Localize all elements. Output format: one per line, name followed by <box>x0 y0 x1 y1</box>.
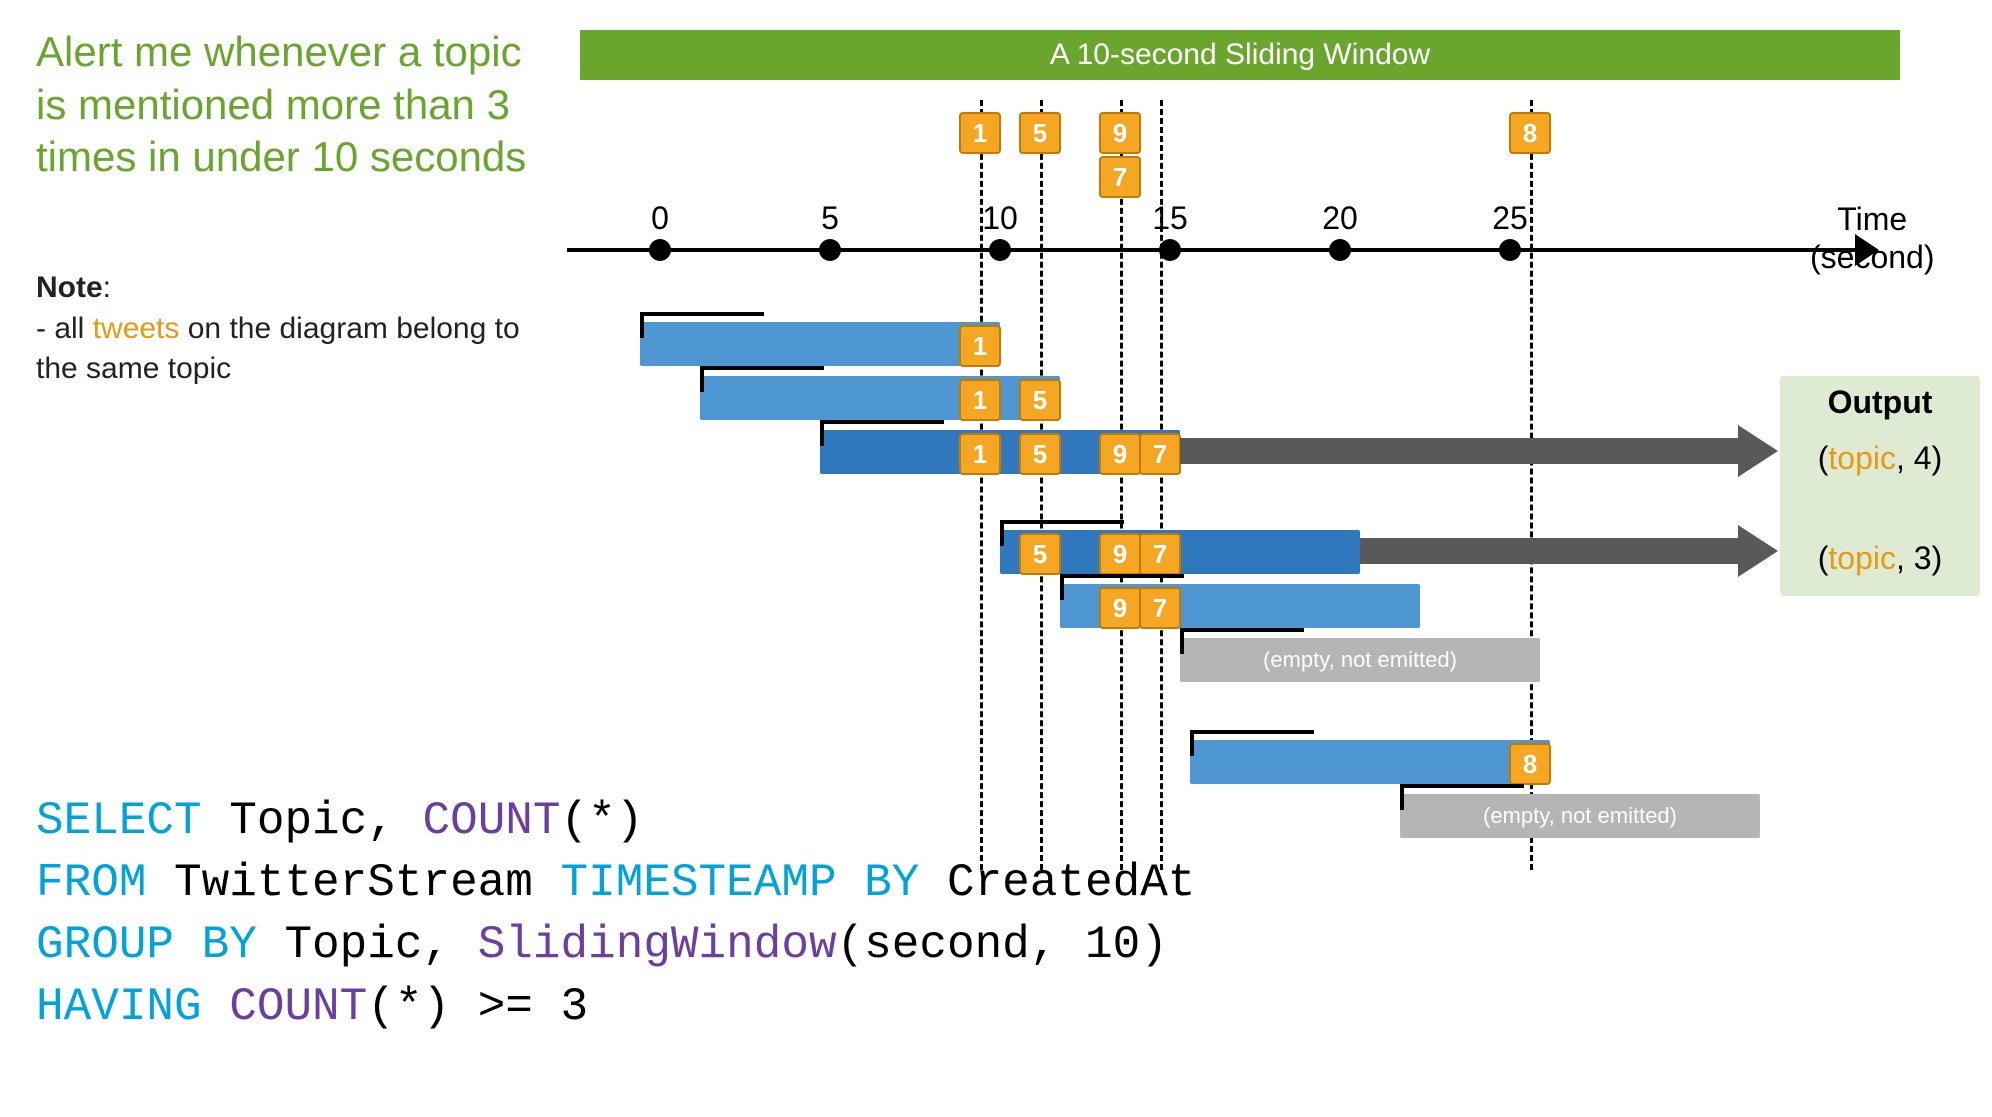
tick-dot-0 <box>649 239 671 261</box>
bar1-evt-1: 1 <box>959 325 1001 367</box>
window-title-text: A 10-second Sliding Window <box>1050 38 1430 72</box>
output-row2-count: 3 <box>1914 540 1932 576</box>
sql-code: SELECT Topic, COUNT(*) FROM TwitterStrea… <box>36 790 1736 1038</box>
output-arrow-2-shaft <box>1360 538 1738 564</box>
bar7-evt-8: 8 <box>1509 743 1551 785</box>
sql-tail: (*) >= 3 <box>367 981 588 1033</box>
event-vline-9 <box>1120 100 1123 870</box>
bar5-evt-7: 7 <box>1139 587 1181 629</box>
bracket-6 <box>1180 628 1304 654</box>
axis-label-second: (second) <box>1810 239 1935 275</box>
sql-topic2: Topic, <box>257 919 478 971</box>
sql-tsby: TIMESTEAMP BY <box>561 857 920 909</box>
bracket-1 <box>640 312 764 338</box>
tick-label-5: 5 <box>821 200 839 237</box>
note-prefix: - all <box>36 312 93 345</box>
sql-created: CreatedAt <box>919 857 1195 909</box>
bracket-7 <box>1190 730 1314 756</box>
tick-label-25: 25 <box>1492 200 1528 237</box>
output-row-2: (topic, 3) <box>1780 540 1980 577</box>
sql-star: (*) <box>561 795 644 847</box>
tick-dot-10 <box>989 239 1011 261</box>
bar4-evt-7: 7 <box>1139 533 1181 575</box>
event-vline-1 <box>980 100 983 870</box>
bar2-evt-5: 5 <box>1019 379 1061 421</box>
event-vline-5 <box>1040 100 1043 870</box>
sql-sw: SlidingWindow <box>478 919 837 971</box>
sql-count: COUNT <box>422 795 560 847</box>
tick-label-20: 20 <box>1322 200 1358 237</box>
sql-swargs: (second, 10) <box>837 919 1168 971</box>
sql-groupby: GROUP BY <box>36 919 257 971</box>
diagram-root: Alert me whenever a topic is mentioned m… <box>0 0 1992 1117</box>
sql-from: FROM <box>36 857 146 909</box>
event-box-5: 5 <box>1019 112 1061 154</box>
tick-dot-5 <box>819 239 841 261</box>
sql-stream: TwitterStream <box>146 857 560 909</box>
bar4-evt-9: 9 <box>1099 533 1141 575</box>
sql-topic: Topic, <box>202 795 423 847</box>
bar4-evt-5: 5 <box>1019 533 1061 575</box>
output-arrow-2-head <box>1738 525 1778 577</box>
output-arrow-1-head <box>1738 425 1778 477</box>
event-box-9: 9 <box>1099 112 1141 154</box>
note-colon: : <box>103 271 111 304</box>
bar3-evt-7: 7 <box>1139 433 1181 475</box>
event-box-1: 1 <box>959 112 1001 154</box>
sql-count2: COUNT <box>202 981 368 1033</box>
tick-dot-25 <box>1499 239 1521 261</box>
tick-dot-20 <box>1329 239 1351 261</box>
output-row-1: (topic, 4) <box>1780 440 1980 477</box>
output-arrow-1-shaft <box>1180 438 1738 464</box>
bar5-evt-9: 9 <box>1099 587 1141 629</box>
time-axis <box>567 248 1859 252</box>
sql-select: SELECT <box>36 795 202 847</box>
axis-label: Time (second) <box>1810 200 1935 277</box>
sql-having: HAVING <box>36 981 202 1033</box>
bar3-evt-9: 9 <box>1099 433 1141 475</box>
window-title-bar: A 10-second Sliding Window <box>580 30 1900 80</box>
note-bold: Note <box>36 271 103 304</box>
axis-label-time: Time <box>1837 201 1907 237</box>
bracket-3 <box>820 420 944 446</box>
bar3-evt-5: 5 <box>1019 433 1061 475</box>
output-title: Output <box>1780 384 1980 421</box>
tick-label-15: 15 <box>1152 200 1188 237</box>
event-vline-7 <box>1160 100 1163 870</box>
output-panel: Output (topic, 4) (topic, 3) <box>1780 376 1980 596</box>
intro-text: Alert me whenever a topic is mentioned m… <box>36 26 536 184</box>
bar2-evt-1: 1 <box>959 379 1001 421</box>
bar3-evt-1: 1 <box>959 433 1001 475</box>
output-row2-topic: topic <box>1828 540 1896 576</box>
output-row1-count: 4 <box>1914 440 1932 476</box>
note-block: Note: - all tweets on the diagram belong… <box>36 268 536 390</box>
event-box-7: 7 <box>1099 156 1141 198</box>
event-box-8: 8 <box>1509 112 1551 154</box>
note-tweets: tweets <box>93 312 180 345</box>
tick-label-0: 0 <box>651 200 669 237</box>
tick-label-10: 10 <box>982 200 1018 237</box>
output-row1-topic: topic <box>1828 440 1896 476</box>
bracket-2 <box>700 366 824 392</box>
